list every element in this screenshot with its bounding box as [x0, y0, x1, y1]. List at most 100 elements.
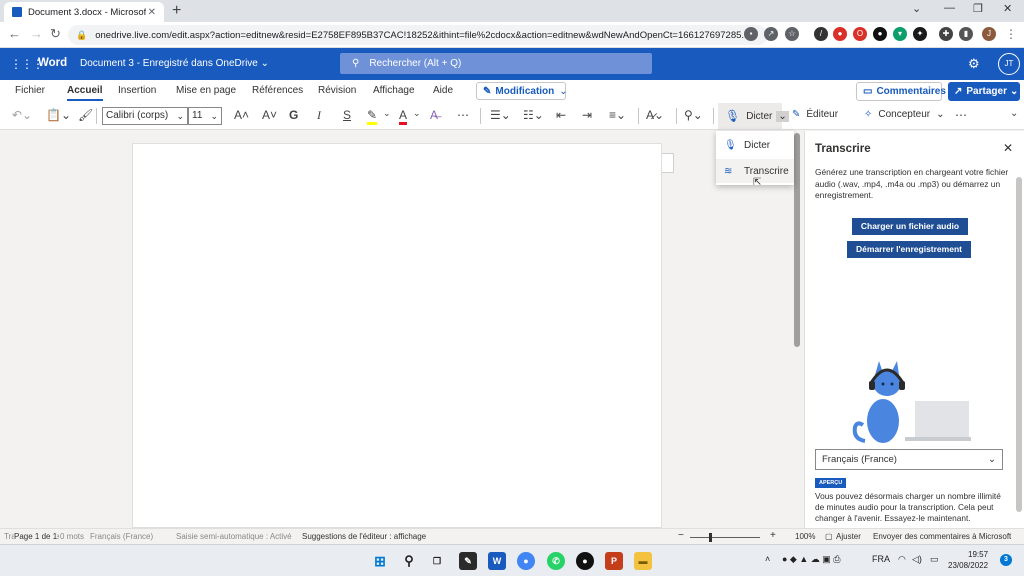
feedback-link[interactable]: Envoyer des commentaires à Microsoft — [873, 532, 1011, 541]
editing-mode-button[interactable]: ✎ Modification ⌄ — [476, 82, 568, 100]
paste-icon[interactable]: 📋⌄ — [46, 108, 71, 122]
clear-formatting-icon[interactable]: A̶ — [430, 108, 438, 122]
styles-icon[interactable]: A̷⌄ — [646, 108, 664, 122]
font-select[interactable]: Calibri (corps) ⌄ — [102, 107, 188, 125]
powerpoint-icon[interactable]: P — [605, 552, 623, 570]
more-options-icon[interactable]: ⋯ — [955, 108, 967, 122]
editor-button[interactable]: ✎ Éditeur — [792, 109, 838, 120]
share-page-icon[interactable]: ↗ — [764, 27, 778, 41]
minimize-icon[interactable]: — — [944, 2, 955, 14]
find-icon[interactable]: ⚲⌄ — [684, 108, 703, 122]
whatsapp-icon[interactable]: ✆ — [547, 552, 565, 570]
language-select[interactable]: Français (France) ⌄ — [815, 449, 1003, 470]
gear-icon[interactable]: ⚙ — [968, 56, 980, 72]
close-icon[interactable]: ✕ — [1003, 141, 1013, 155]
file-explorer-icon[interactable]: ▬ — [634, 552, 652, 570]
keyboard-language[interactable]: FRA — [872, 554, 890, 564]
align-icon[interactable]: ≡⌄ — [609, 108, 626, 122]
designer-button[interactable]: ✧ Concepteur ⌄ — [864, 109, 944, 120]
comments-button[interactable]: ▭ Commentaires — [856, 82, 946, 101]
browser-tab[interactable]: Document 3.docx - Microsoft Wo ✕ — [4, 2, 164, 22]
collapse-ribbon-icon[interactable]: ⌄ — [1010, 108, 1018, 119]
chevron-down-icon[interactable]: ⌄ — [383, 108, 391, 119]
editor-suggestions-status[interactable]: Suggestions de l'éditeur : affichage — [302, 532, 426, 541]
browser-menu-icon[interactable]: ⋮ — [1004, 27, 1018, 41]
extension-dark-icon[interactable]: ● — [873, 27, 887, 41]
tab-aide[interactable]: Aide — [433, 85, 453, 96]
fit-icon[interactable]: ▢ — [825, 532, 833, 541]
back-icon[interactable]: ← — [8, 26, 21, 41]
word-count[interactable]: 0 mots — [60, 532, 85, 541]
windows-start-icon[interactable]: ⊞ — [371, 552, 389, 570]
numbering-icon[interactable]: ☷⌄ — [523, 108, 544, 122]
user-avatar[interactable]: JT — [998, 53, 1020, 75]
bookmark-star-icon[interactable]: ☆ — [785, 27, 799, 41]
search-icon[interactable]: ⚲ — [400, 552, 418, 570]
font-color-icon[interactable]: A — [399, 108, 408, 125]
volume-icon[interactable]: ◁) — [912, 554, 922, 565]
tab-mise-en-page[interactable]: Mise en page — [176, 85, 236, 96]
wifi-icon[interactable]: ◠ — [898, 554, 906, 565]
tab-search-icon[interactable]: ⌄ — [912, 2, 921, 15]
format-painter-icon[interactable]: 🖌 — [78, 108, 93, 122]
document-scrollbar[interactable] — [794, 133, 800, 347]
app-editor-icon[interactable]: ✎ — [459, 552, 477, 570]
sidebar-icon[interactable]: ▮ — [959, 27, 973, 41]
fit-button[interactable]: Ajuster — [836, 532, 861, 541]
status-language[interactable]: Français (France) — [90, 532, 153, 541]
decrease-indent-icon[interactable]: ⇤ — [556, 108, 566, 122]
maximize-icon[interactable]: ❐ — [973, 2, 983, 15]
more-options-icon[interactable]: ⋯ — [457, 108, 469, 122]
forward-icon[interactable]: → — [30, 26, 43, 41]
chevron-down-icon[interactable]: ⌄ — [413, 108, 421, 119]
task-view-icon[interactable]: ❐ — [428, 552, 446, 570]
upload-audio-button[interactable]: Charger un fichier audio — [852, 218, 968, 235]
bullets-icon[interactable]: ☰⌄ — [490, 108, 511, 122]
zoom-slider-thumb[interactable] — [709, 533, 712, 542]
opera-icon[interactable]: O — [853, 27, 867, 41]
start-recording-button[interactable]: Démarrer l'enregistrement — [847, 241, 971, 258]
adblock-icon[interactable]: ● — [833, 27, 847, 41]
close-window-icon[interactable]: ✕ — [1003, 2, 1012, 15]
autocomplete-status[interactable]: Saisie semi-automatique : Activé — [176, 532, 292, 541]
underline-icon[interactable]: S — [343, 108, 351, 122]
extension-bolt-icon[interactable]: ✦ — [913, 27, 927, 41]
word-app-icon[interactable]: W — [488, 552, 506, 570]
italic-icon[interactable]: I — [317, 108, 321, 123]
undo-icon[interactable]: ↶⌄ — [12, 108, 32, 122]
tray-chevron-icon[interactable]: ˄ — [765, 554, 770, 564]
zoom-out-icon[interactable]: − — [678, 530, 684, 541]
zoom-level[interactable]: 100% — [795, 532, 815, 541]
app-name[interactable]: Word — [38, 57, 67, 69]
extensions-puzzle-icon[interactable]: ✚ — [939, 27, 953, 41]
close-tab-icon[interactable]: ✕ — [148, 7, 156, 18]
tab-references[interactable]: Références — [252, 85, 303, 96]
pane-scrollbar[interactable] — [1016, 177, 1022, 512]
chevron-down-icon[interactable]: ⌄ — [776, 110, 789, 122]
tab-affichage[interactable]: Affichage — [373, 85, 415, 96]
document-page[interactable] — [132, 143, 662, 528]
highlight-icon[interactable]: ✎ — [367, 108, 378, 125]
font-size-select[interactable]: 11 ⌄ — [188, 107, 222, 125]
reload-icon[interactable]: ↻ — [50, 26, 61, 42]
share-button[interactable]: ↗ Partager ⌄ — [948, 82, 1020, 101]
chrome-app-icon[interactable]: ● — [517, 552, 535, 570]
eyedropper-icon[interactable]: / — [814, 27, 828, 41]
camera-icon[interactable]: ▪ — [744, 27, 758, 41]
shrink-font-icon[interactable]: A˅ — [262, 108, 277, 122]
bold-icon[interactable]: G — [289, 108, 298, 122]
tab-insertion[interactable]: Insertion — [118, 85, 156, 96]
tab-fichier[interactable]: Fichier — [15, 85, 45, 96]
clock[interactable]: 19:57 23/08/2022 — [948, 549, 988, 571]
zoom-in-icon[interactable]: + — [770, 530, 776, 541]
menu-item-dicter[interactable]: 🎙 Dicter — [716, 133, 794, 157]
search-box[interactable]: ⚲ Rechercher (Alt + Q) — [340, 53, 652, 74]
tab-accueil[interactable]: Accueil — [67, 85, 103, 101]
doc-title[interactable]: Document 3 - Enregistré dans OneDrive ⌄ — [80, 58, 269, 69]
grow-font-icon[interactable]: A˄ — [234, 108, 249, 122]
url-field[interactable]: 🔒 onedrive.live.com/edit.aspx?action=edi… — [68, 25, 768, 45]
notification-badge[interactable]: 3 — [1000, 554, 1012, 566]
profile-avatar[interactable]: J — [982, 27, 996, 41]
dictate-button[interactable]: 🎙 Dicter ⌄ — [718, 103, 789, 129]
battery-icon[interactable]: ▭ — [930, 554, 939, 565]
